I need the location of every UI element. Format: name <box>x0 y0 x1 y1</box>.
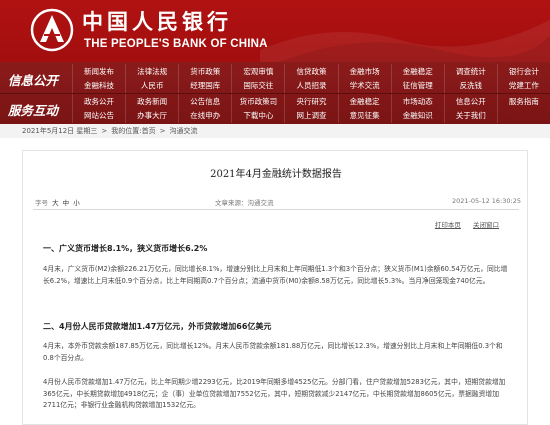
paragraph-3: 4月份人民币贷款增加1.47万亿元，比上年同期少增2293亿元，比2019年同期… <box>43 378 506 409</box>
breadcrumb-sep: > <box>159 127 166 135</box>
nav-item[interactable]: 央行研究 <box>284 94 337 109</box>
nav-item[interactable]: 办事大厅 <box>125 108 178 123</box>
breadcrumb-home[interactable]: 我的位置:首页 <box>111 126 155 136</box>
section-heading-2: 二、4月份人民币贷款增加1.47万亿元，外币贷款增加66亿美元 <box>43 322 272 331</box>
site-header: 中国人民银行 THE PEOPLE'S BANK OF CHINA <box>0 0 550 62</box>
nav-item[interactable]: 金融知识 <box>390 108 444 123</box>
breadcrumb-date: 2021年5月12日 星期三 <box>22 127 98 135</box>
nav-item[interactable]: 关于我们 <box>443 108 497 123</box>
nav-section-service: 服务互动 <box>8 103 59 118</box>
nav-item[interactable]: 信贷政策 <box>284 64 337 79</box>
meta-divider <box>33 209 519 210</box>
nav-item[interactable]: 市场动态 <box>390 94 444 109</box>
font-size-small[interactable]: 小 <box>73 199 80 207</box>
nav-item <box>496 108 550 123</box>
print-link[interactable]: 打印本页 <box>435 221 461 229</box>
nav-item[interactable]: 学术交流 <box>337 78 391 93</box>
nav-item[interactable]: 意见征集 <box>337 108 391 123</box>
close-window-link[interactable]: 关闭窗口 <box>473 221 499 229</box>
article: 2021年4月金融统计数据报告 字号 大 中 小 文章来源：沟通交流 2021-… <box>22 150 528 425</box>
nav-item[interactable]: 金融科技 <box>72 78 125 93</box>
nav-item[interactable]: 在线申办 <box>178 108 231 123</box>
nav-item[interactable]: 金融市场 <box>337 64 391 79</box>
nav-item[interactable]: 网上调查 <box>284 108 337 123</box>
nav-item[interactable]: 法律法规 <box>125 64 178 79</box>
font-size-control: 字号 大 中 小 <box>35 197 80 207</box>
article-date: 2021-05-12 16:30:25 <box>451 197 521 205</box>
font-size-medium[interactable]: 中 <box>63 199 70 207</box>
nav-item[interactable]: 服务指南 <box>496 94 550 109</box>
nav-item[interactable]: 宏观审慎 <box>231 64 284 79</box>
breadcrumb-current[interactable]: 沟通交流 <box>170 126 198 136</box>
nav-section-info: 信息公开 <box>8 73 59 88</box>
font-size-large[interactable]: 大 <box>52 199 59 207</box>
main-nav: 信息公开 服务互动 新闻发布 法律法规 货币政策 宏观审慎 信贷政策 金融市场 金融稳定 调查… <box>0 62 550 124</box>
nav-service-grid: 政务公开 政务新闻 公告信息 货币政策司 央行研究 金融稳定 市场动态 信息公开 服务指南网站公… <box>72 94 550 123</box>
nav-item[interactable]: 人民币 <box>125 78 178 93</box>
nav-item[interactable]: 金融稳定 <box>337 94 391 109</box>
pboc-logo-icon <box>30 8 74 52</box>
nav-item[interactable]: 政务公开 <box>72 94 125 109</box>
nav-item[interactable]: 反洗钱 <box>443 78 497 93</box>
nav-item[interactable]: 信息公开 <box>443 94 497 109</box>
nav-info-grid: 新闻发布 法律法规 货币政策 宏观审慎 信贷政策 金融市场 金融稳定 调查统计 银行会计金融科技… <box>72 64 550 93</box>
nav-item[interactable]: 金融稳定 <box>390 64 444 79</box>
site-en-name: THE PEOPLE'S BANK OF CHINA <box>84 38 268 50</box>
site-cn-name: 中国人民银行 <box>82 9 232 34</box>
nav-item[interactable]: 人员招录 <box>284 78 337 93</box>
nav-item[interactable]: 货币政策司 <box>231 94 284 109</box>
article-source: 文章来源：沟通交流 <box>215 199 274 207</box>
nav-item[interactable]: 货币政策 <box>178 64 231 79</box>
nav-item[interactable]: 党建工作 <box>496 78 550 93</box>
nav-item[interactable]: 下载中心 <box>231 108 284 123</box>
nav-item[interactable]: 征信管理 <box>390 78 444 93</box>
paragraph-1: 4月末，广义货币(M2)余额226.21万亿元，同比增长8.1%，增速分别比上月… <box>43 265 508 285</box>
section-heading-1: 一、广义货币增长8.1%，狭义货币增长6.2% <box>43 244 208 253</box>
nav-item[interactable]: 经理国库 <box>178 78 231 93</box>
nav-item[interactable]: 银行会计 <box>496 64 550 79</box>
font-size-label: 字号 <box>35 199 48 207</box>
nav-item[interactable]: 政务新闻 <box>125 94 178 109</box>
header-decoration <box>260 20 550 62</box>
nav-item[interactable]: 网站公告 <box>72 108 125 123</box>
article-title: 2021年4月金融统计数据报告 <box>210 169 342 180</box>
nav-item[interactable]: 调查统计 <box>443 64 497 79</box>
breadcrumb: 2021年5月12日 星期三 > 我的位置:首页 > 沟通交流 <box>0 124 550 138</box>
breadcrumb-sep: > <box>101 127 108 135</box>
nav-item[interactable]: 公告信息 <box>178 94 231 109</box>
paragraph-2: 4月末，本外币贷款余额187.85万亿元，同比增长12%。月末人民币贷款余额18… <box>43 342 503 362</box>
nav-item[interactable]: 国际交往 <box>231 78 284 93</box>
article-tools: 打印本页 关闭窗口 <box>425 219 499 229</box>
nav-item[interactable]: 新闻发布 <box>72 64 125 79</box>
article-meta: 字号 大 中 小 文章来源：沟通交流 2021-05-12 16:30:25 <box>23 195 529 209</box>
